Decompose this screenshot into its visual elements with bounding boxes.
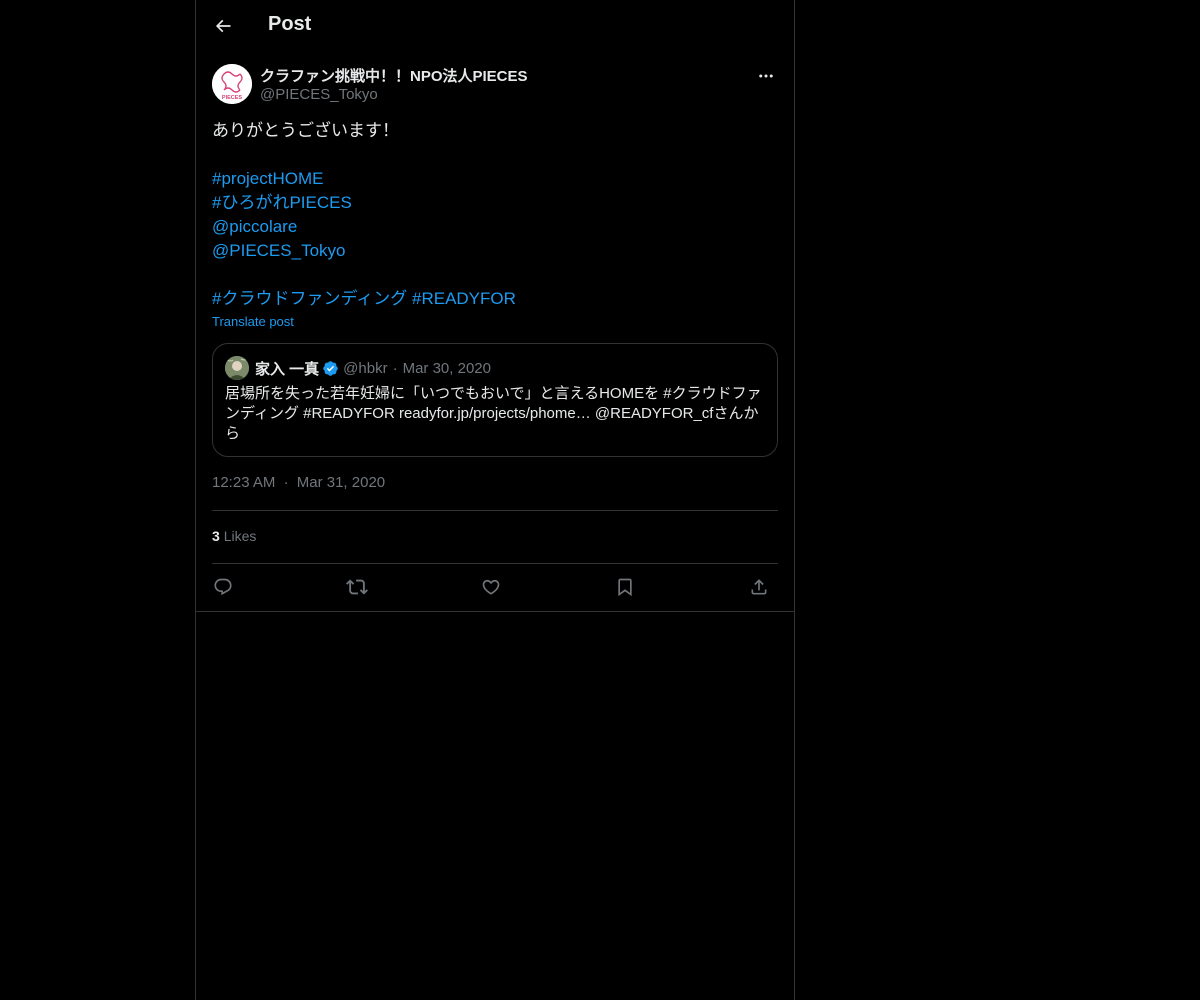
- pieces-logo-icon: PIECES: [212, 64, 252, 104]
- hashtag-link[interactable]: #projectHOME: [212, 169, 323, 188]
- author-name[interactable]: クラファン挑戦中！！NPO法人PIECES: [260, 65, 528, 86]
- svg-text:PIECES: PIECES: [222, 95, 243, 101]
- quote-text: 居場所を失った若年妊婦に「いつでもおいで」と言えるHOMEを #クラウドファンデ…: [225, 385, 762, 442]
- divider: [212, 563, 778, 564]
- retweet-icon: [346, 579, 368, 595]
- quote-author-name[interactable]: 家入 一真: [255, 358, 319, 379]
- post-timestamp[interactable]: 12:23 AM · Mar 31, 2020: [212, 474, 385, 491]
- like-button[interactable]: [476, 572, 506, 602]
- separator-dot: ·: [392, 360, 398, 377]
- bookmark-button[interactable]: [610, 572, 640, 602]
- likes-count: 3: [212, 528, 220, 544]
- quote-date[interactable]: Mar 30, 2020: [403, 360, 491, 377]
- avatar-photo-icon: [225, 356, 249, 380]
- page-title: Post: [268, 13, 312, 35]
- author-avatar[interactable]: PIECES: [212, 64, 252, 104]
- author-handle[interactable]: @PIECES_Tokyo: [260, 86, 378, 103]
- share-button[interactable]: [744, 572, 774, 602]
- translate-post-link[interactable]: Translate post: [212, 314, 294, 329]
- hashtag-link[interactable]: #ひろがれPIECES: [212, 193, 352, 212]
- quote-header: 家入 一真 @hbkr · Mar 30, 2020: [255, 358, 491, 379]
- quote-author-avatar[interactable]: [225, 356, 249, 380]
- quoted-post[interactable]: 家入 一真 @hbkr · Mar 30, 2020 居場所を失った若年妊婦に「…: [212, 343, 778, 457]
- post-column: Post PIECES クラファン挑戦中！！NPO法人PIECES @PIECE…: [195, 0, 795, 1000]
- more-options-button[interactable]: [754, 64, 778, 88]
- reply-icon: [214, 578, 232, 596]
- action-bar: [212, 572, 778, 602]
- reply-button[interactable]: [208, 572, 238, 602]
- divider: [196, 611, 794, 612]
- post-header: Post: [196, 0, 794, 53]
- post-text: ありがとうございます！ #projectHOME #ひろがれPIECES @pi…: [212, 119, 778, 311]
- likes-count-link[interactable]: 3 Likes: [212, 528, 256, 544]
- mention-link[interactable]: @PIECES_Tokyo: [212, 241, 345, 260]
- mention-link[interactable]: @piccolare: [212, 217, 297, 236]
- post-author: PIECES クラファン挑戦中！！NPO法人PIECES @PIECES_Tok…: [212, 64, 778, 108]
- back-button[interactable]: [206, 9, 240, 43]
- post-time: 12:23 AM: [212, 474, 276, 491]
- post-text-line: ありがとうございます！: [212, 121, 399, 140]
- separator-dot: ·: [283, 474, 289, 491]
- retweet-button[interactable]: [342, 572, 372, 602]
- arrow-left-icon: [215, 19, 231, 33]
- more-horizontal-icon: [759, 74, 773, 78]
- verified-badge-icon: [322, 360, 339, 377]
- hashtag-link[interactable]: #READYFOR: [412, 289, 516, 308]
- heart-icon: [482, 579, 500, 595]
- post-date: Mar 31, 2020: [296, 474, 386, 491]
- share-icon: [751, 579, 767, 595]
- bookmark-icon: [618, 578, 632, 597]
- likes-label: Likes: [223, 528, 257, 544]
- hashtag-link[interactable]: #クラウドファンディング: [212, 289, 407, 308]
- quote-author-handle[interactable]: @hbkr: [343, 360, 387, 377]
- divider: [212, 510, 778, 511]
